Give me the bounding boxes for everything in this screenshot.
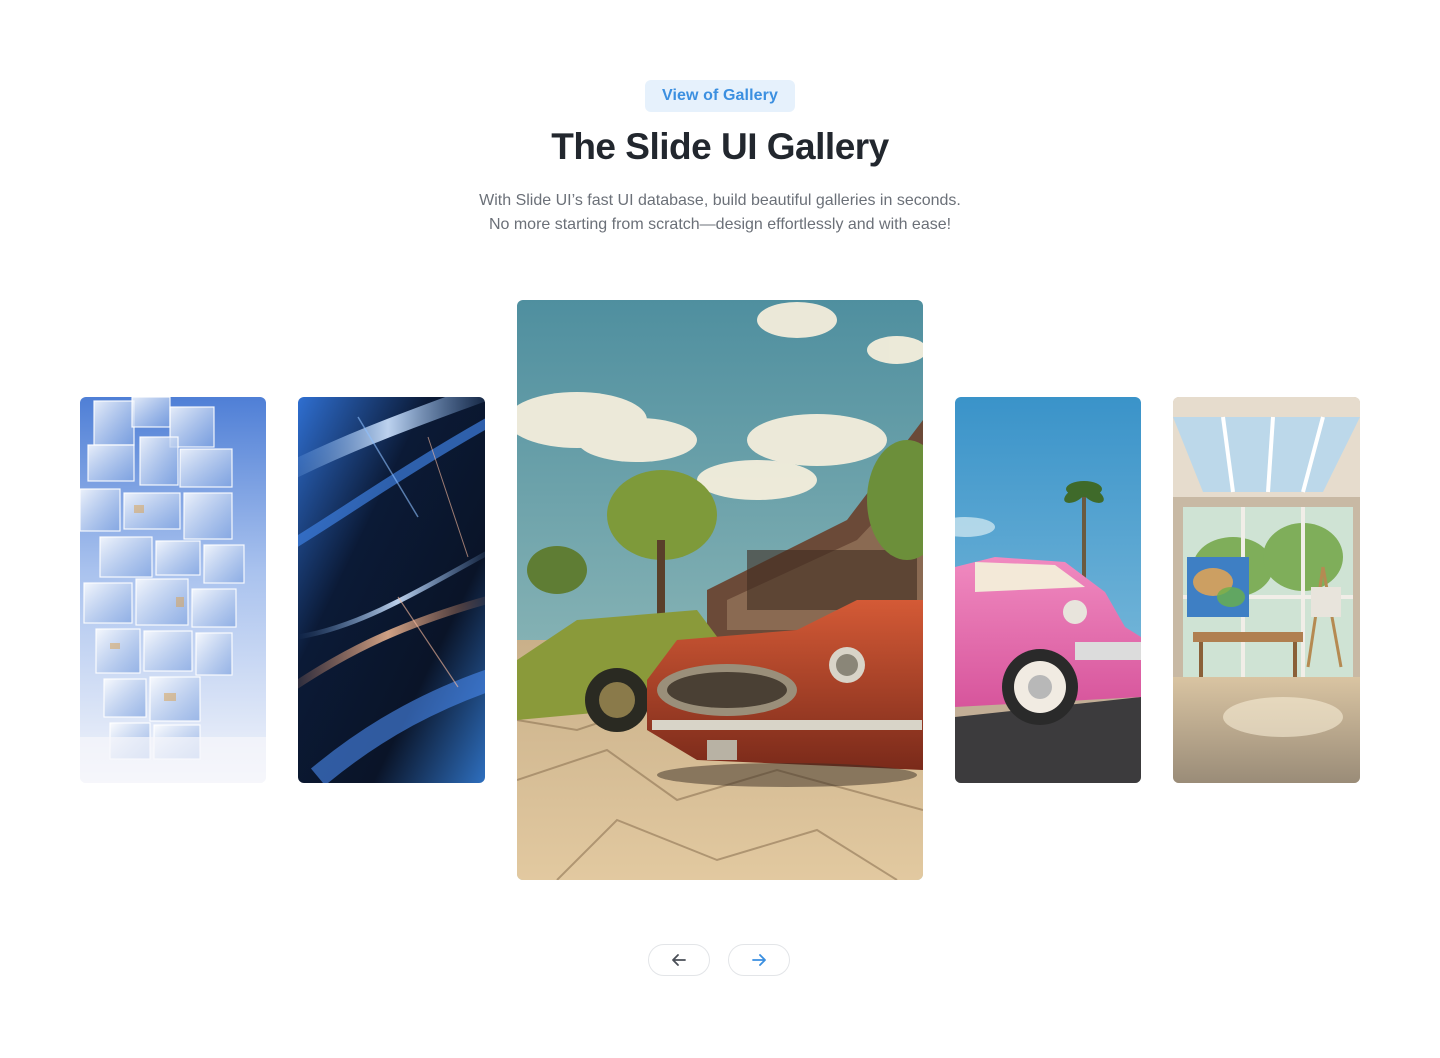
gallery-slide-art-studio[interactable] (1173, 397, 1360, 783)
gallery-slide-glass-cubes[interactable] (80, 397, 266, 783)
page-subtitle: With Slide UI’s fast UI database, build … (0, 189, 1440, 237)
abstract-streaks-image (298, 397, 485, 783)
gallery-slide-pink-car[interactable] (955, 397, 1141, 783)
art-studio-image (1173, 397, 1360, 783)
section-badge: View of Gallery (645, 80, 795, 112)
pink-car-image (955, 397, 1141, 783)
gallery-slide-abstract-streaks[interactable] (298, 397, 485, 783)
prev-slide-button[interactable] (648, 944, 710, 976)
next-slide-button[interactable] (728, 944, 790, 976)
subtitle-line-2: No more starting from scratch—design eff… (488, 216, 952, 233)
arrow-right-icon (752, 954, 766, 966)
vintage-cars-image (517, 300, 923, 880)
arrow-left-icon (672, 954, 686, 966)
page-title: The Slide UI Gallery (551, 126, 889, 167)
subtitle-line-1: With Slide UI’s fast UI database, build … (479, 192, 961, 209)
glass-cubes-image (80, 397, 266, 783)
gallery-slide-vintage-cars[interactable] (517, 300, 923, 880)
